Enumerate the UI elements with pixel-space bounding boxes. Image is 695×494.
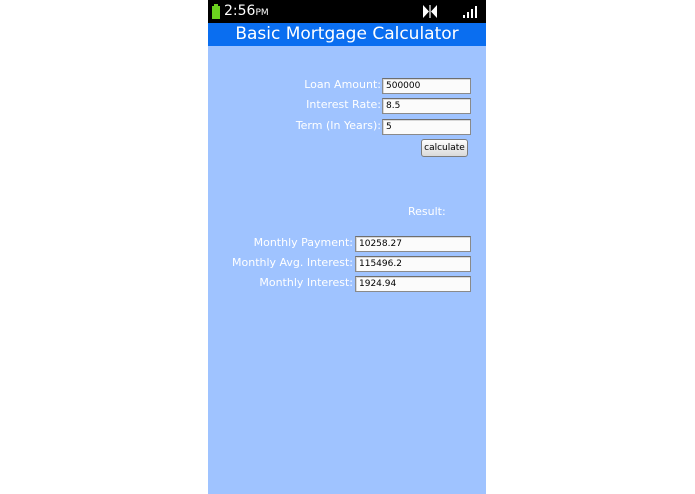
monthly-payment-field[interactable] xyxy=(355,236,471,252)
app-screen: 2:56PM Basic Mortgage Calculator Loan Am… xyxy=(208,0,486,494)
term-input[interactable] xyxy=(382,119,471,135)
status-time-ampm: PM xyxy=(255,8,269,18)
signal-icon xyxy=(463,6,477,18)
loan-amount-label: Loan Amount: xyxy=(304,78,381,91)
monthly-avg-interest-field[interactable] xyxy=(355,256,471,272)
loan-amount-input[interactable] xyxy=(382,78,471,94)
app-title: Basic Mortgage Calculator xyxy=(235,24,459,44)
monthly-payment-label: Monthly Payment: xyxy=(253,236,353,249)
status-bar: 2:56PM xyxy=(208,0,486,23)
battery-icon xyxy=(212,4,220,19)
title-bar: Basic Mortgage Calculator xyxy=(208,23,486,46)
interest-rate-input[interactable] xyxy=(382,98,471,114)
term-label: Term (In Years): xyxy=(295,119,381,132)
monthly-interest-field[interactable] xyxy=(355,276,471,292)
status-time: 2:56PM xyxy=(224,2,269,22)
status-time-value: 2:56 xyxy=(224,3,256,19)
monthly-interest-label: Monthly Interest: xyxy=(259,276,353,289)
calculate-button[interactable]: calculate xyxy=(421,139,468,157)
monthly-avg-interest-label: Monthly Avg. Interest: xyxy=(232,256,353,269)
result-heading: Result: xyxy=(408,205,446,218)
sync-icon xyxy=(423,5,437,18)
interest-rate-label: Interest Rate: xyxy=(306,98,381,111)
